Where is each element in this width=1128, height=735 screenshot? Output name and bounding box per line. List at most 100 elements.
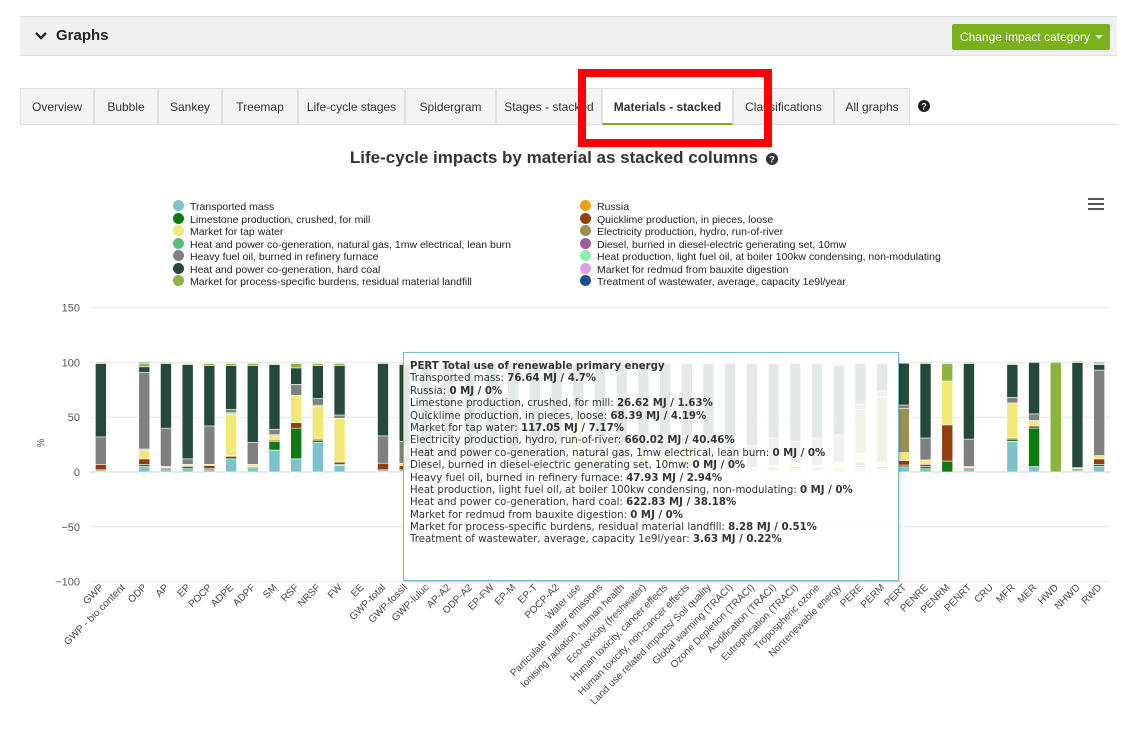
tab-all-graphs[interactable]: All graphs [834,88,910,124]
y-tick-label: −100 [55,577,80,589]
tooltip-row: Treatment of wastewater, average, capaci… [410,534,782,546]
help-icon[interactable]: ? [918,100,930,112]
bar-segment [898,466,910,473]
legend-label: Market for tap water [190,226,284,238]
x-tick-label: EP-FW [466,582,497,613]
x-tick-label: CRU [973,582,996,605]
tab-life-cycle-stages[interactable]: Life-cycle stages [298,88,405,124]
tab-label: Stages - stacked [504,100,594,114]
tab-label: Spidergram [419,100,482,114]
legend-item[interactable]: Treatment of wastewater, average, capaci… [580,275,941,288]
bar-segment [268,441,281,451]
legend-item[interactable]: Quicklime production, in pieces, loose [580,212,941,226]
tooltip-row: Heavy fuel oil, burned in refinery furna… [410,472,723,484]
bar-segment [333,461,346,465]
bar-segment [1006,402,1019,439]
x-tick-label: GWP-fossil [367,582,410,625]
bar-segment [898,362,910,406]
legend-dot [580,200,591,211]
legend-item[interactable]: Electricity production, hydro, run-of-ri… [580,225,941,238]
bar-segment [919,459,932,465]
bar-segment [1093,466,1105,473]
bar-segment [333,414,346,419]
legend-item[interactable]: Market for process-specific burdens, res… [173,275,511,288]
legend-item[interactable]: Limestone production, crushed, for mill [173,212,511,226]
y-tick-label: −50 [61,522,80,534]
tooltip-row: Market for tap water: 117.05 MJ / 7.17% [410,422,624,434]
bar-segment [919,466,932,470]
bar-segment [290,384,302,396]
legend-item[interactable]: Russia [580,200,941,213]
legend-left: Transported mass Limestone production, c… [173,200,511,288]
bar-segment [1071,468,1084,471]
bar-segment [898,452,910,461]
bar-segment [941,424,954,462]
bar-segment [1028,413,1040,421]
bar-segment [919,464,932,467]
x-tick-label: Acidification (TRACI) [705,582,778,655]
legend-dot [580,275,591,286]
bar-segment [1071,469,1084,472]
bar-segment [268,363,281,365]
bar-segment [160,469,172,473]
tab-label: Classifications [745,100,822,114]
change-impact-category-button[interactable]: Change impact category [951,24,1110,50]
tab-treemap[interactable]: Treemap [222,88,298,124]
bar-segment [312,442,324,473]
help-icon[interactable]: ? [766,152,779,165]
x-tick-label: GWP-luluc [390,582,432,624]
legend-dot [173,237,184,249]
tab-spidergram[interactable]: Spidergram [405,88,496,124]
bar-segment [1093,364,1105,371]
tooltip-row: Quicklime production, in pieces, loose: … [410,410,707,422]
legend-item[interactable]: Heat and power co-generation, natural ga… [173,237,511,251]
bar-segment [181,466,194,470]
legend-item[interactable]: Heat production, light fuel oil, at boil… [580,250,941,263]
bar-segment [290,367,302,385]
x-tick-label: Ionising radiation, human health [519,582,627,690]
tab-bubble[interactable]: Bubble [94,88,158,124]
tooltip-row: Russia: 0 MJ / 0% [410,385,503,397]
legend-item[interactable]: Market for tap water [173,225,511,238]
bar-segment [1071,362,1084,468]
bar-segment [377,462,389,471]
legend-item[interactable]: Heavy fuel oil, burned in refinery furna… [173,250,511,263]
legend-item[interactable]: Diesel, burned in diesel-electric genera… [580,237,941,251]
tab-sankey[interactable]: Sankey [158,88,222,124]
tooltip-row: Diesel, burned in diesel-electric genera… [410,460,746,472]
bar-segment [181,363,194,365]
tab-materials-stacked[interactable]: Materials - stacked [602,88,733,125]
tab-stages-stacked[interactable]: Stages - stacked [496,88,602,124]
tab-overview[interactable]: Overview [20,88,94,124]
bar-segment [203,363,216,366]
x-tick-label: FW [326,582,345,601]
bar-segment [377,435,389,464]
bar-segment [1093,362,1105,364]
bar-segment [333,465,346,473]
bar-segment [225,413,237,456]
bar-segment [312,404,324,407]
x-tick-label: Human toxicity, cancer effects [569,582,670,683]
bar-segment [312,398,324,406]
legend-item[interactable]: Transported mass [173,200,511,213]
x-tick-label: Human toxicity, non-cancer effects [576,582,692,698]
x-tick-label: RWD [1080,582,1105,607]
bar-segment [1028,427,1040,467]
bar-segment [138,449,151,460]
legend-item[interactable]: Heat and power co-generation, hard coal [173,262,511,276]
bar-segment [1028,420,1040,427]
x-tick-label: Particulate matter emissions [509,582,606,679]
chart-menu-icon[interactable] [1088,198,1104,210]
bar-segment [919,362,932,364]
tab-classifications[interactable]: Classifications [733,88,834,124]
x-tick-label: GWP-total [348,582,388,622]
bar-segment [963,438,975,467]
graphs-section-header[interactable]: Graphs Change impact category [20,16,1117,56]
legend-label: Market for redmud from bauxite digestion [597,263,789,276]
bar-segment [138,466,151,473]
bar-segment [963,363,975,440]
x-tick-label: Global warming (TRACI) [651,582,736,667]
x-tick-label: EE [349,582,366,599]
y-tick-label: 150 [62,303,80,315]
legend-item[interactable]: Market for redmud from bauxite digestion [580,262,941,276]
